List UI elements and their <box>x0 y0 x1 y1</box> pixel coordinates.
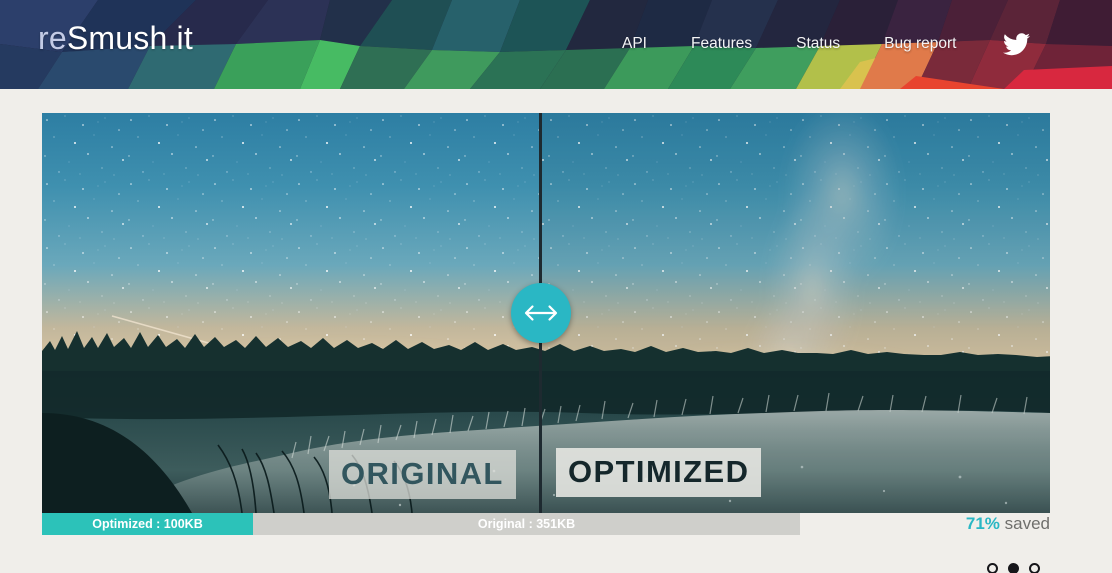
saved-percent: 71% <box>965 514 1000 533</box>
carousel-dot-1[interactable] <box>987 563 998 573</box>
comparison-viewport[interactable]: ORIGINAL OPTIMIZED <box>42 113 1050 513</box>
site-header: reSmush.it API Features Status Bug repor… <box>0 0 1112 89</box>
page-main: ORIGINAL OPTIMIZED Optimized : 100KB Ori… <box>0 89 1112 573</box>
nav-link-status[interactable]: Status <box>774 31 862 57</box>
brand-logo-suffix: Smush.it <box>66 20 193 56</box>
left-right-arrow-icon <box>524 305 558 321</box>
brand-logo[interactable]: reSmush.it <box>38 18 193 58</box>
twitter-link[interactable] <box>979 32 1030 56</box>
carousel-dot-3[interactable] <box>1029 563 1040 573</box>
saved-readout: 71% saved <box>902 510 1050 538</box>
size-comparison-bar: Optimized : 100KB Original : 351KB 71% s… <box>42 513 1050 535</box>
main-navigation: API Features Status Bug report <box>600 31 1030 57</box>
twitter-icon <box>1002 32 1030 55</box>
label-optimized: OPTIMIZED <box>556 448 762 497</box>
bar-segment-optimized: Optimized : 100KB <box>42 513 253 535</box>
nav-link-api[interactable]: API <box>600 31 669 57</box>
bar-segment-original: Original : 351KB <box>253 513 800 535</box>
nav-link-bug-report[interactable]: Bug report <box>862 31 978 57</box>
brand-logo-prefix: re <box>38 20 67 56</box>
carousel-pagination <box>42 563 1050 573</box>
carousel-dot-2[interactable] <box>1008 563 1019 573</box>
saved-word: saved <box>1004 514 1050 533</box>
bar-label-original: Original : 351KB <box>477 517 576 531</box>
image-comparison-widget[interactable]: ORIGINAL OPTIMIZED Optimized : 100KB Ori… <box>42 113 1050 573</box>
nav-link-features[interactable]: Features <box>669 31 774 57</box>
comparison-slider-handle[interactable] <box>511 283 571 343</box>
label-original: ORIGINAL <box>329 450 516 499</box>
